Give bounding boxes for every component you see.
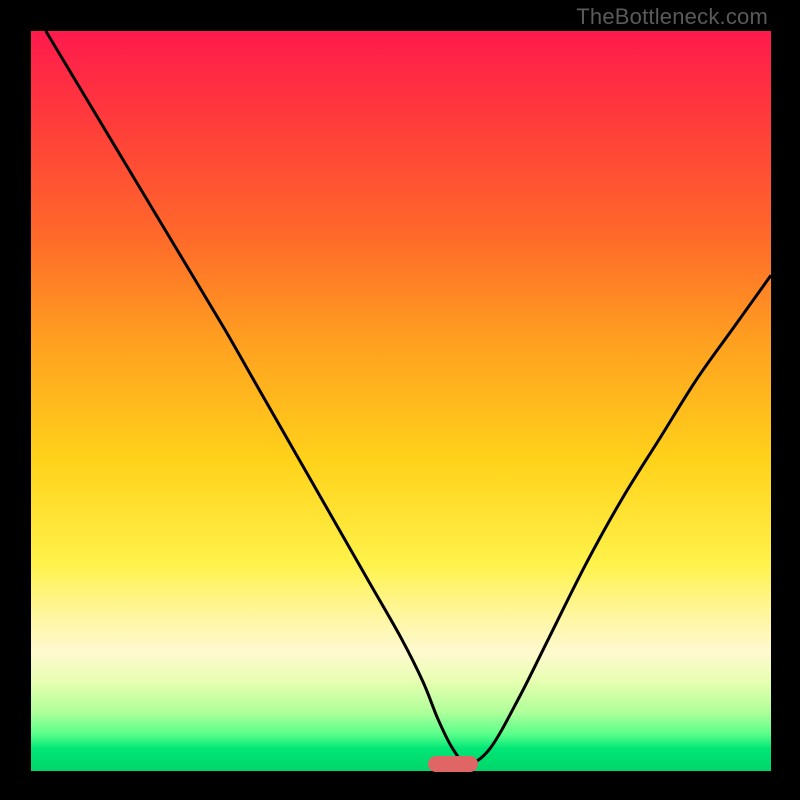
chart-plot-area: [31, 31, 771, 771]
chart-frame: TheBottleneck.com: [0, 0, 800, 800]
optimal-marker: [428, 756, 478, 772]
curve-path: [46, 31, 771, 764]
attribution-label: TheBottleneck.com: [576, 4, 768, 30]
bottleneck-curve: [31, 31, 771, 771]
